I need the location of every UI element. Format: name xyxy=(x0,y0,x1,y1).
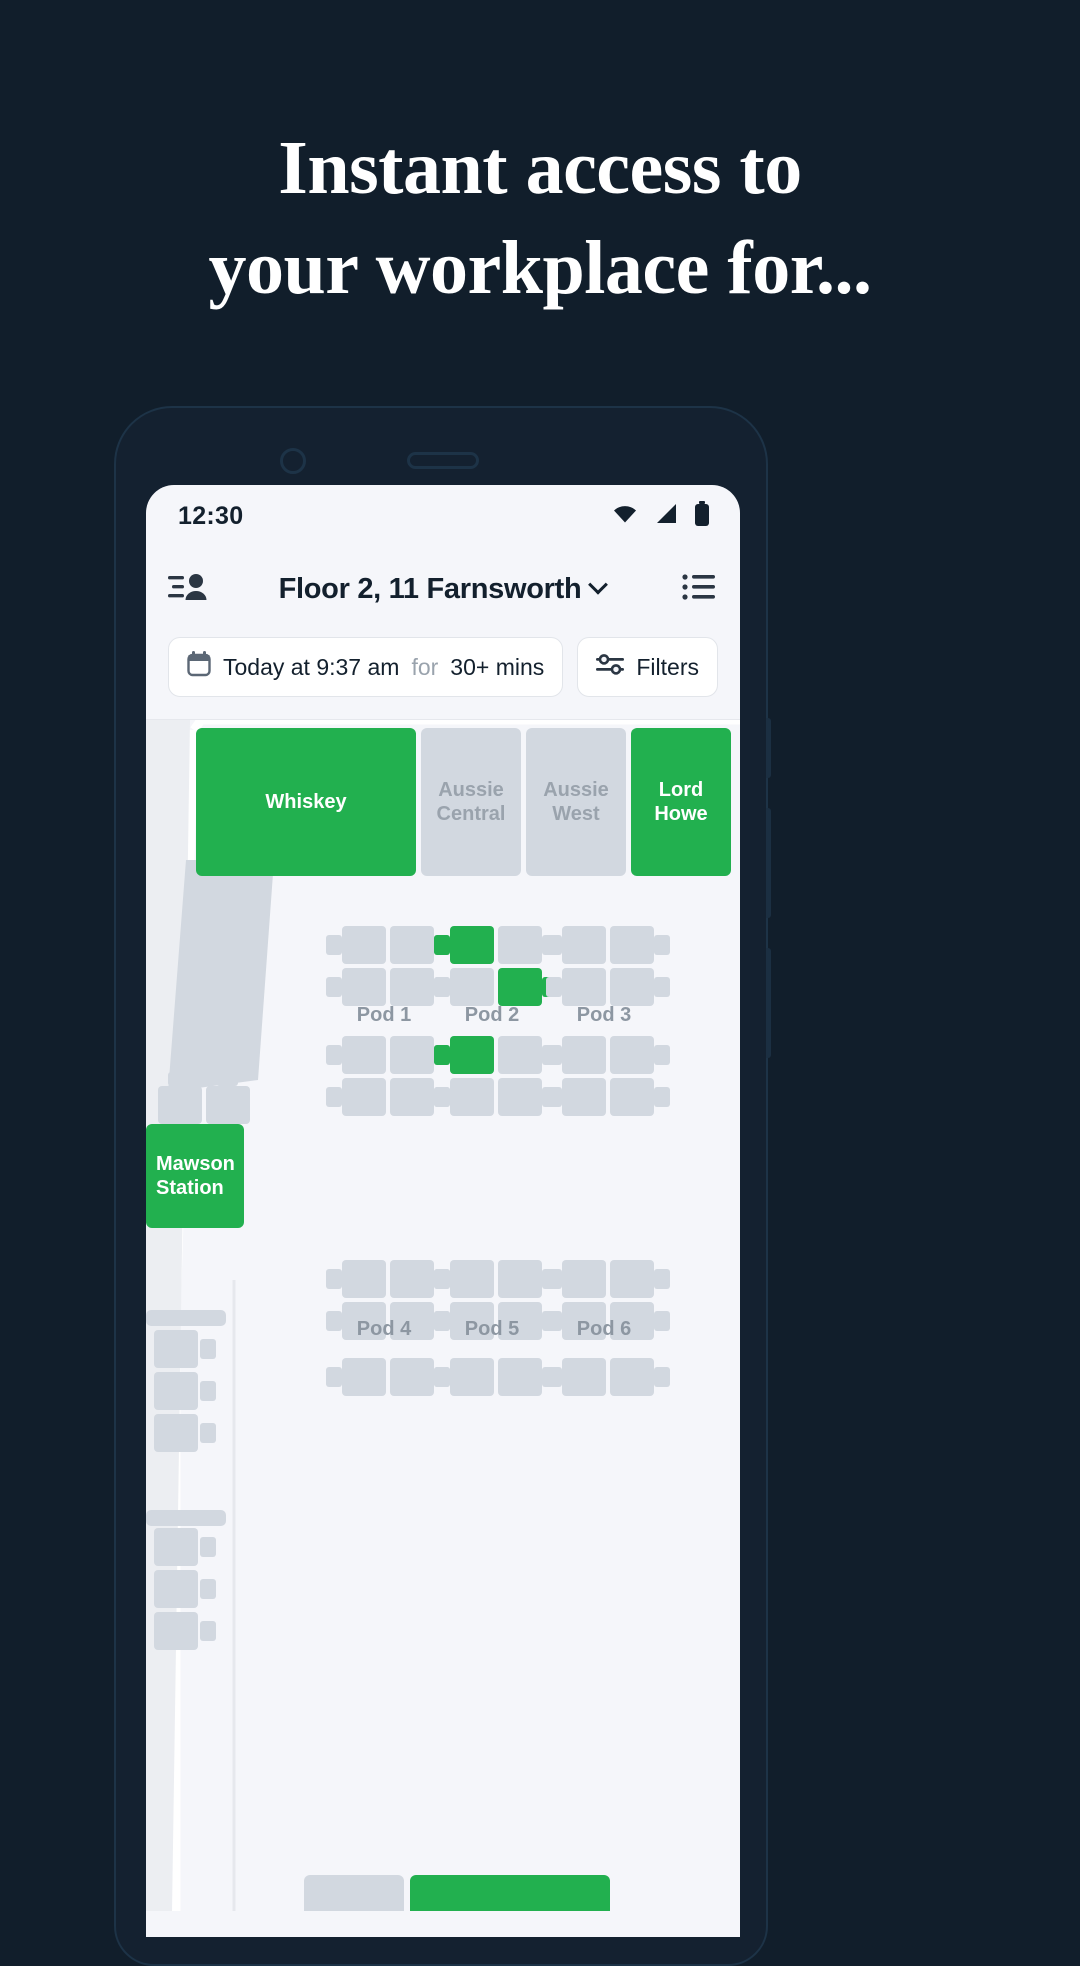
status-icons xyxy=(612,500,710,532)
room-aussie-west[interactable]: Aussie West xyxy=(526,728,626,876)
left-wall-block-1 xyxy=(146,1310,226,1326)
duration-value: 30+ mins xyxy=(450,653,545,680)
bottom-room-left[interactable] xyxy=(304,1875,404,1911)
pod-label: Pod 5 xyxy=(464,1318,520,1340)
battery-icon xyxy=(694,500,710,532)
pod-label: Pod 4 xyxy=(356,1318,412,1340)
room-label: Mawson Station xyxy=(156,1152,235,1199)
pod-label: Pod 1 xyxy=(356,1004,412,1026)
datetime-value: Today at 9:37 am xyxy=(223,653,400,680)
room-label: Aussie West xyxy=(543,778,609,825)
signal-icon xyxy=(654,503,678,529)
front-camera-icon xyxy=(280,448,306,474)
status-time: 12:30 xyxy=(178,501,244,530)
room-aussie-central[interactable]: Aussie Central xyxy=(421,728,521,876)
chevron-down-icon xyxy=(588,574,609,595)
phone-mockup: 12:30 Floor 2, 11 Farnsworth Today at 9:… xyxy=(114,406,771,1966)
people-list-icon xyxy=(168,571,210,608)
pod-label: Pod 2 xyxy=(464,1004,520,1026)
pod-3[interactable]: Pod 3 xyxy=(546,926,670,1118)
room-lord-howe[interactable]: Lord Howe xyxy=(631,728,731,876)
phone-button-power xyxy=(766,948,771,1058)
pod-label: Pod 3 xyxy=(576,1004,632,1026)
page-title: Floor 2, 11 Farnsworth xyxy=(278,572,582,605)
room-mawson-station[interactable]: Mawson Station xyxy=(146,1124,244,1228)
filters-button[interactable]: Filters xyxy=(577,637,718,697)
status-bar: 12:30 xyxy=(146,485,740,547)
phone-button-mute xyxy=(766,718,771,778)
room-label: Lord Howe xyxy=(654,778,708,825)
pod-4[interactable]: Pod 4 xyxy=(326,1260,450,1410)
list-view-button[interactable] xyxy=(654,573,716,606)
map-canvas: Whiskey Aussie Central Aussie West Lord … xyxy=(146,720,740,1911)
wifi-icon xyxy=(612,504,638,529)
room-whiskey[interactable]: Whiskey xyxy=(196,728,416,876)
pod-label: Pod 6 xyxy=(576,1318,632,1340)
room-label: Whiskey xyxy=(265,790,347,813)
earpiece-speaker xyxy=(407,452,479,469)
filter-bar: Today at 9:37 am for 30+ mins Filters xyxy=(146,631,740,719)
calendar-icon xyxy=(187,651,211,683)
left-wall-block-2 xyxy=(146,1510,226,1526)
pod-2[interactable]: Pod 2 xyxy=(434,926,558,1118)
room-label: Aussie Central xyxy=(436,778,506,825)
pod-5[interactable]: Pod 5 xyxy=(434,1260,558,1410)
list-view-icon xyxy=(682,573,716,606)
bottom-room-right[interactable] xyxy=(410,1875,610,1911)
headline-line-1: Instant access to xyxy=(278,126,802,210)
pod-6[interactable]: Pod 6 xyxy=(546,1260,670,1410)
sliders-icon xyxy=(596,652,625,682)
app-header: Floor 2, 11 Farnsworth xyxy=(146,547,740,631)
phone-screen: 12:30 Floor 2, 11 Farnsworth Today at 9:… xyxy=(146,485,740,1937)
people-list-button[interactable] xyxy=(168,571,230,608)
filters-label: Filters xyxy=(636,653,699,680)
page-headline: Instant access to your workplace for... xyxy=(0,118,1080,319)
datetime-connector: for xyxy=(411,653,439,680)
pod-1[interactable]: Pod 1 xyxy=(326,926,450,1118)
floor-selector[interactable]: Floor 2, 11 Farnsworth xyxy=(230,573,654,606)
phone-button-volume xyxy=(766,808,771,918)
datetime-picker-button[interactable]: Today at 9:37 am for 30+ mins xyxy=(168,637,564,697)
headline-line-2: your workplace for... xyxy=(208,226,872,311)
floor-map[interactable]: Whiskey Aussie Central Aussie West Lord … xyxy=(146,719,740,1911)
